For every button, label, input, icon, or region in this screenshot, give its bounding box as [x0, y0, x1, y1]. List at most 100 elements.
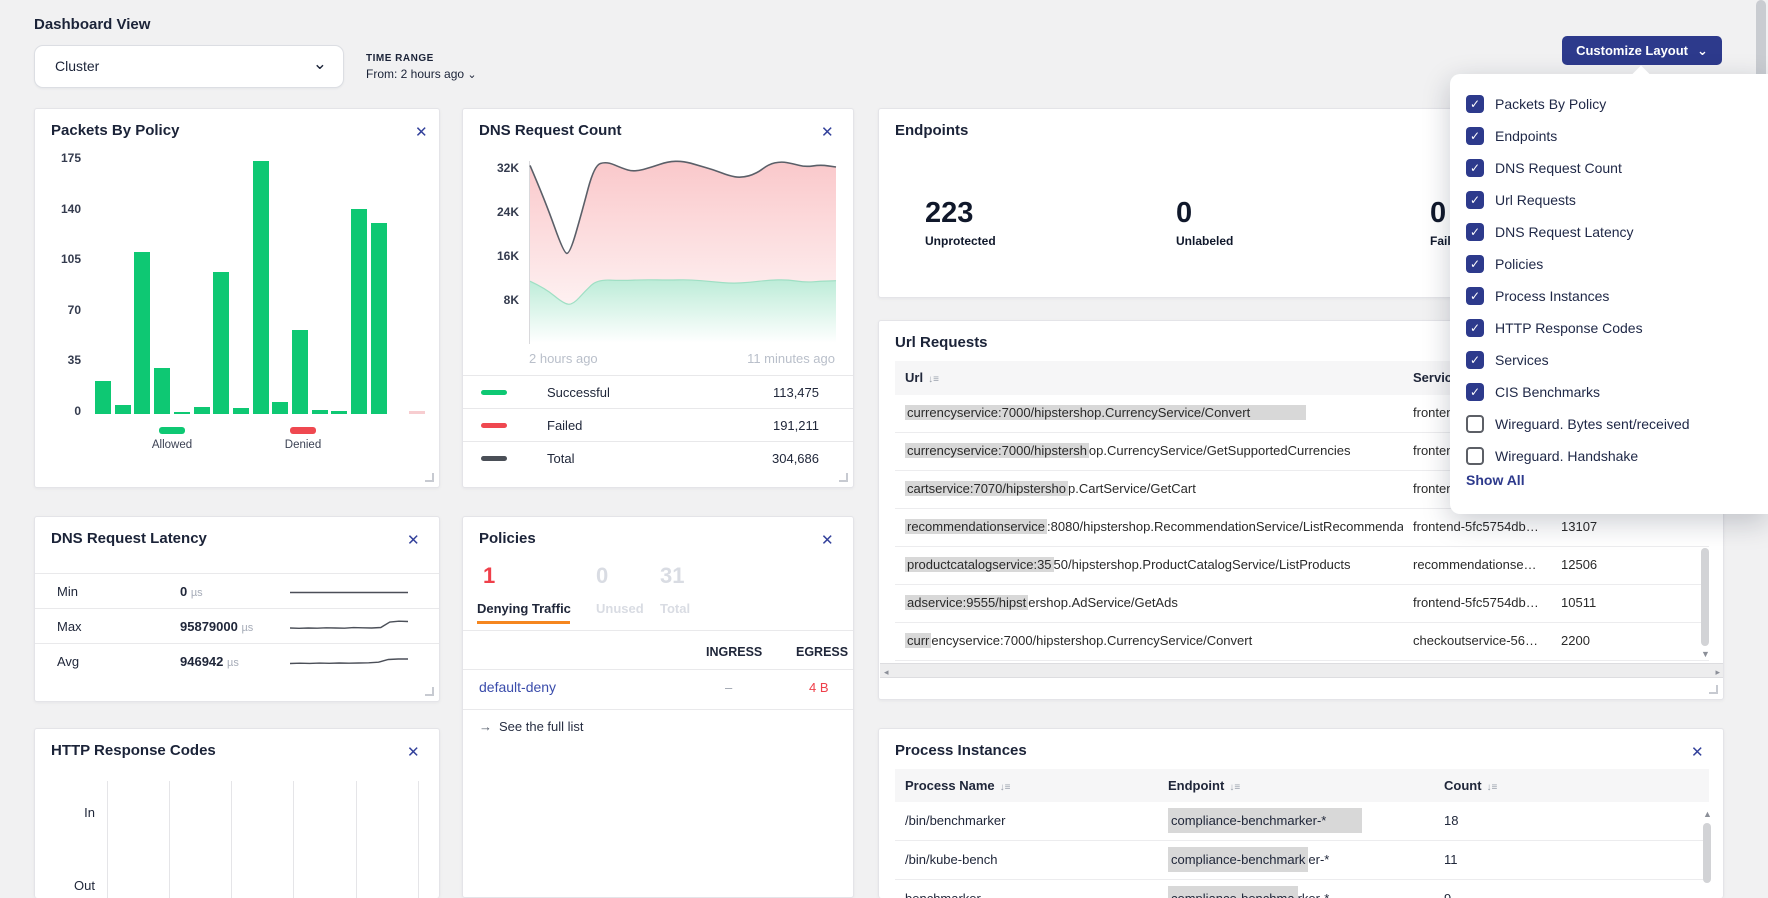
- table-row[interactable]: /bin/kube-benchcompliance-benchmarker-*1…: [895, 841, 1709, 880]
- menu-item-dns-request-latency[interactable]: ✓DNS Request Latency: [1466, 216, 1634, 248]
- divider: [463, 630, 854, 631]
- menu-item-endpoints[interactable]: ✓Endpoints: [1466, 120, 1557, 152]
- url-rest: op.CurrencyService/GetSupportedCurrencie…: [1089, 443, 1351, 458]
- url-rest: encyservice:7000/hipstershop.CurrencySer…: [931, 633, 1252, 648]
- close-icon[interactable]: ✕: [1691, 745, 1704, 760]
- checkbox-icon[interactable]: ✓: [1466, 255, 1484, 273]
- y-tick-label: 70: [47, 303, 81, 317]
- checkbox-icon[interactable]: [1466, 447, 1484, 465]
- checkbox-icon[interactable]: ✓: [1466, 127, 1484, 145]
- column-header-process-name[interactable]: Process Name↓≡: [905, 778, 1010, 793]
- table-row[interactable]: adservice:9555/hipstershop.AdService/Get…: [895, 585, 1709, 623]
- checkbox-icon[interactable]: ✓: [1466, 191, 1484, 209]
- bar-allowed: [371, 223, 387, 414]
- row-label-out: Out: [51, 878, 95, 893]
- close-icon[interactable]: ✕: [407, 745, 420, 760]
- column-header-egress: EGRESS: [796, 645, 848, 659]
- scroll-left-icon[interactable]: ◂: [884, 667, 889, 678]
- stat-value: 0: [1176, 197, 1233, 230]
- checkbox-icon[interactable]: ✓: [1466, 319, 1484, 337]
- category-label: Denied: [263, 439, 343, 451]
- stat-unused-label[interactable]: Unused: [596, 601, 644, 616]
- menu-item-wireguard-bytes-sent-received[interactable]: Wireguard. Bytes sent/received: [1466, 408, 1690, 440]
- time-range: TIME RANGE From: 2 hours ago ⌄: [366, 53, 477, 81]
- card-title: Policies: [479, 530, 536, 547]
- table-row[interactable]: recommendationservice:8080/hipstershop.R…: [895, 509, 1709, 547]
- legend-value: 304,686: [772, 451, 819, 466]
- y-tick-label: 8K: [481, 293, 519, 307]
- menu-item-dns-request-count[interactable]: ✓DNS Request Count: [1466, 152, 1622, 184]
- url-rest: ershop.AdService/GetAds: [1028, 595, 1178, 610]
- stat-total-label[interactable]: Total: [660, 601, 690, 616]
- column-header-url[interactable]: Url↓≡: [905, 370, 939, 385]
- resize-handle-icon[interactable]: [839, 473, 848, 482]
- table-row[interactable]: productcatalogservice:3550/hipstershop.P…: [895, 547, 1709, 585]
- service-cell: frontend-5fc5754db…: [1413, 519, 1553, 534]
- resize-handle-icon[interactable]: [1709, 685, 1718, 694]
- table-row[interactable]: benchmarkercompliance-benchmarker-*9: [895, 880, 1709, 898]
- view-selector[interactable]: Cluster ⌄: [34, 45, 344, 88]
- menu-item-services[interactable]: ✓ Services: [1466, 344, 1549, 376]
- menu-item-process-instances[interactable]: ✓Process Instances: [1466, 280, 1609, 312]
- menu-item-packets-by-policy[interactable]: ✓Packets By Policy: [1466, 88, 1606, 120]
- gridline: [293, 781, 294, 898]
- count-cell: 10511: [1561, 595, 1596, 610]
- checkbox-icon[interactable]: ✓: [1466, 351, 1484, 369]
- show-all-link[interactable]: Show All: [1466, 472, 1525, 488]
- customize-layout-button[interactable]: Customize Layout⌄: [1562, 36, 1722, 65]
- menu-item-wireguard-handshake[interactable]: Wireguard. Handshake: [1466, 440, 1638, 472]
- count-cell: 18: [1444, 813, 1458, 828]
- service-cell: checkoutservice-56…: [1413, 633, 1553, 648]
- horizontal-scrollbar[interactable]: ◂ ▸: [880, 663, 1724, 678]
- scroll-down-icon[interactable]: ▼: [1701, 649, 1710, 659]
- close-icon[interactable]: ✕: [415, 125, 428, 140]
- y-tick-label: 175: [47, 151, 81, 165]
- table-row[interactable]: /bin/benchmarkercompliance-benchmarker-*…: [895, 802, 1709, 841]
- url-rest: p.CartService/GetCart: [1068, 481, 1196, 496]
- sort-icon: ↓≡: [1229, 782, 1240, 793]
- bar-allowed: [115, 405, 131, 414]
- card-dns-request-latency: DNS Request Latency ✕ Min0 µsMax95879000…: [34, 516, 440, 702]
- menu-item-policies[interactable]: ✓Policies: [1466, 248, 1543, 280]
- checkbox-icon[interactable]: ✓: [1466, 95, 1484, 113]
- checkbox-icon[interactable]: ✓: [1466, 383, 1484, 401]
- count-cell: 12506: [1561, 557, 1597, 572]
- stat-unused-value: 0: [596, 563, 608, 589]
- scroll-right-icon[interactable]: ▸: [1715, 667, 1720, 678]
- policy-link[interactable]: default-deny: [479, 679, 556, 695]
- menu-item-label: Services: [1495, 352, 1549, 368]
- url-cell: cartservice:7070/hipstershop.CartService…: [905, 481, 1403, 496]
- url-rest: 50/hipstershop.ProductCatalogService/Lis…: [1054, 557, 1351, 572]
- latency-value: 946942 µs: [180, 654, 239, 669]
- menu-item-http-response-codes[interactable]: ✓HTTP Response Codes: [1466, 312, 1643, 344]
- checkbox-icon[interactable]: ✓: [1466, 159, 1484, 177]
- count-cell: 9: [1444, 891, 1451, 898]
- table-row[interactable]: currencyservice:7000/hipstershop.Currenc…: [895, 623, 1709, 661]
- vertical-scrollbar[interactable]: [1701, 548, 1709, 646]
- bar-allowed: [272, 402, 288, 414]
- column-header-count[interactable]: Count↓≡: [1444, 778, 1497, 793]
- highlighted-text: compliance-benchma: [1168, 886, 1298, 898]
- vertical-scrollbar[interactable]: [1703, 823, 1711, 883]
- scroll-up-icon[interactable]: ▲: [1703, 809, 1712, 819]
- menu-item-cis-benchmarks[interactable]: ✓CIS Benchmarks: [1466, 376, 1600, 408]
- checkbox-icon[interactable]: [1466, 415, 1484, 433]
- close-icon[interactable]: ✕: [821, 125, 834, 140]
- card-title: Packets By Policy: [51, 122, 179, 139]
- menu-item-url-requests[interactable]: ✓Url Requests: [1466, 184, 1576, 216]
- resize-handle-icon[interactable]: [425, 473, 434, 482]
- column-header-endpoint[interactable]: Endpoint↓≡: [1168, 778, 1240, 793]
- card-title: DNS Request Count: [479, 122, 622, 139]
- service-cell: recommendationse…: [1413, 557, 1553, 572]
- close-icon[interactable]: ✕: [821, 533, 834, 548]
- resize-handle-icon[interactable]: [425, 687, 434, 696]
- checkbox-icon[interactable]: ✓: [1466, 287, 1484, 305]
- stat-denying-label[interactable]: Denying Traffic: [477, 601, 571, 616]
- close-icon[interactable]: ✕: [407, 533, 420, 548]
- bar-chart: [91, 149, 421, 414]
- checkbox-icon[interactable]: ✓: [1466, 223, 1484, 241]
- time-range-from[interactable]: From: 2 hours ago ⌄: [366, 67, 477, 81]
- see-full-list-link[interactable]: →See the full list: [479, 719, 584, 734]
- sparkline: [290, 582, 408, 600]
- url-rest: :8080/hipstershop.RecommendationService/…: [1047, 519, 1403, 534]
